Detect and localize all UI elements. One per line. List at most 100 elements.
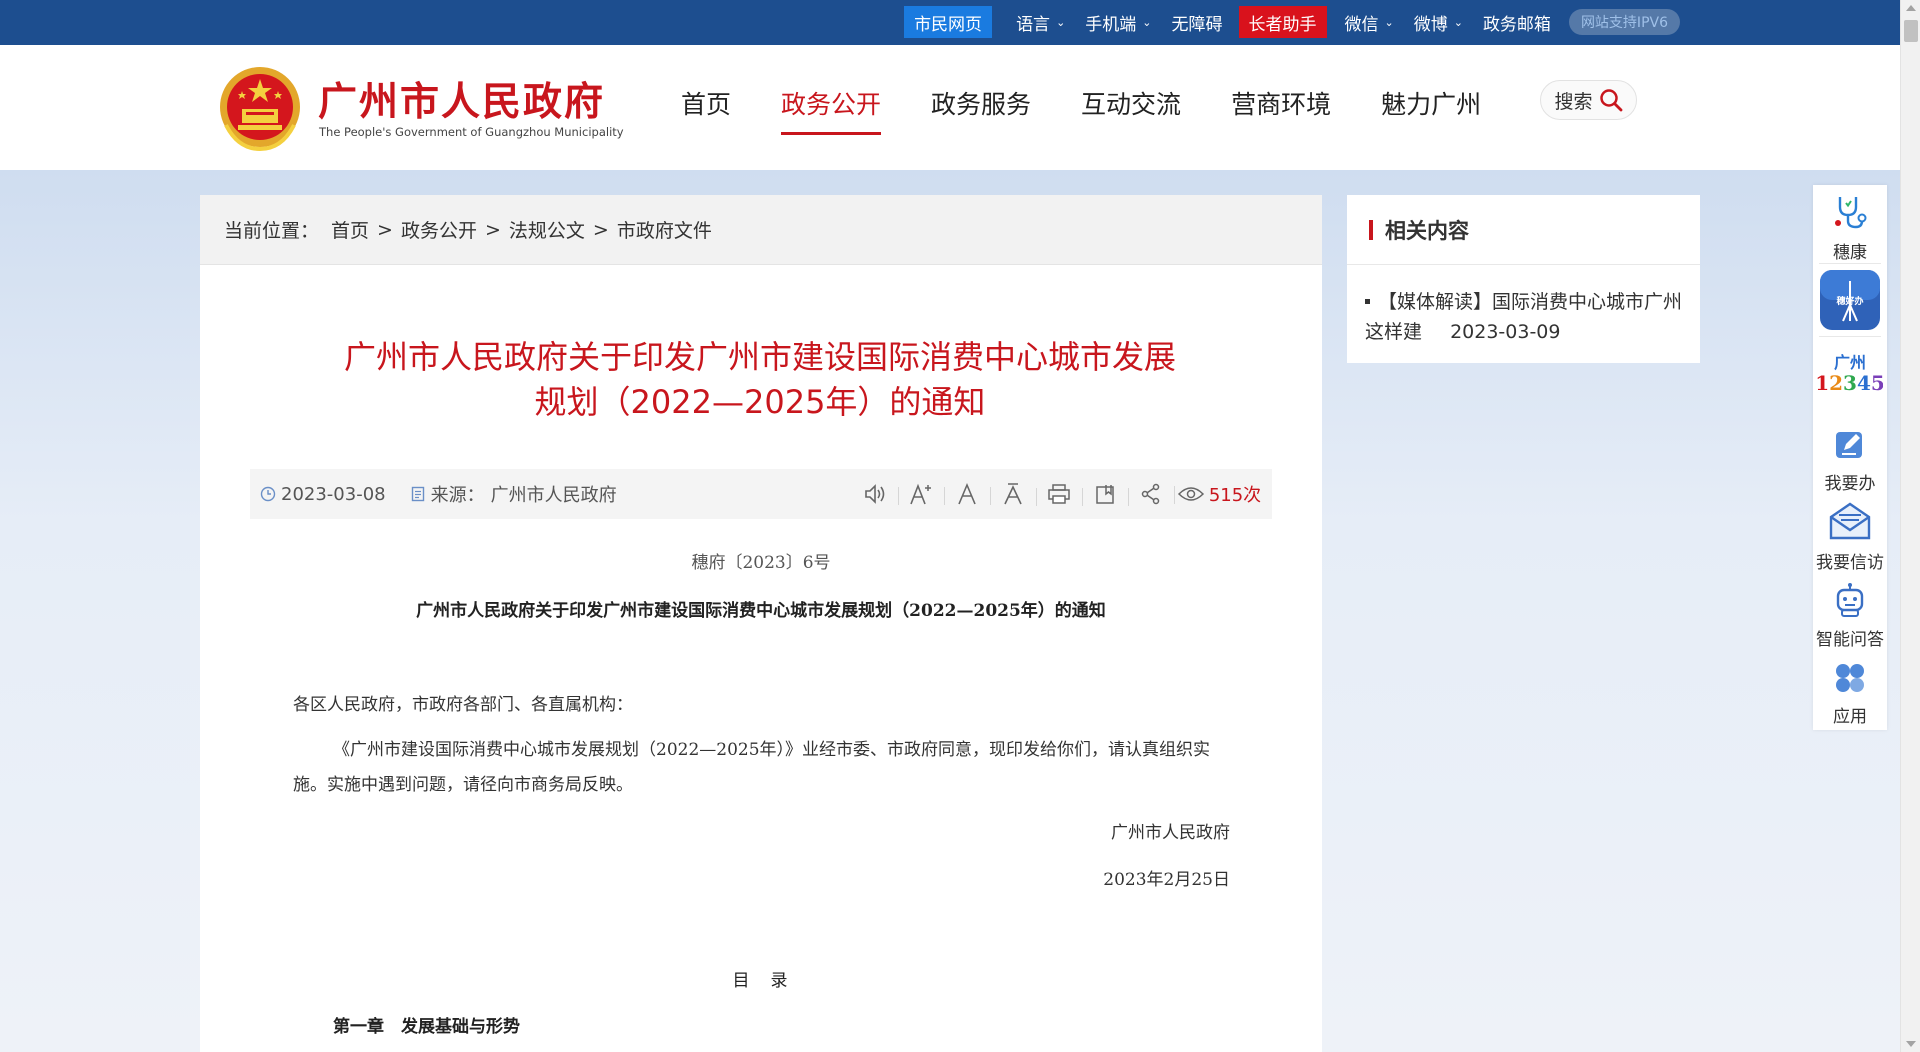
related-content-header: 相关内容: [1347, 195, 1700, 265]
elder-assist-button[interactable]: 长者助手: [1238, 6, 1327, 38]
salutation: 各区人民政府，市政府各部门、各直属机构：: [293, 695, 633, 715]
article-title: 广州市人民政府关于印发广州市建设国际消费中心城市发展 规划（2022—2025年…: [260, 335, 1260, 425]
scroll-up-arrow-icon[interactable]: [1906, 5, 1916, 11]
print-button[interactable]: [1036, 483, 1082, 506]
nav-interaction[interactable]: 互动交流: [1056, 85, 1206, 135]
scroll-thumb[interactable]: [1904, 20, 1918, 42]
related-content-title: 相关内容: [1385, 218, 1469, 243]
view-count: 515次: [1174, 481, 1264, 507]
document-icon: [411, 486, 424, 502]
font-increase-icon: [910, 483, 931, 505]
main-nav: 首页 政务公开 政务服务 互动交流 营商环境 魅力广州: [656, 85, 1506, 135]
site-title[interactable]: 广州市人民政府: [318, 71, 605, 127]
breadcrumb-home[interactable]: 首页: [331, 216, 369, 243]
svg-text:12345: 12345: [1817, 371, 1883, 395]
article-panel: 当前位置： 首页 > 政务公开 > 法规公文 > 市政府文件 广州市人民政府关于…: [200, 195, 1322, 1052]
weibo-dropdown[interactable]: 微博 ⌄: [1404, 6, 1473, 38]
petition-label: 我要信访: [1816, 553, 1884, 573]
citizen-web-link[interactable]: 市民网页: [904, 6, 993, 38]
breadcrumb-gov-affairs[interactable]: 政务公开: [401, 216, 477, 243]
language-dropdown[interactable]: 语言 ⌄: [1006, 6, 1075, 38]
chevron-down-icon: ⌄: [1142, 15, 1152, 29]
scroll-down-arrow-icon[interactable]: [1906, 1041, 1916, 1047]
envelope-icon: [1829, 502, 1871, 540]
gov-mail-link[interactable]: 政务邮箱: [1473, 6, 1561, 38]
bullet-icon: [1365, 299, 1370, 304]
hotline-12345-button[interactable]: 广州 12345: [1813, 350, 1887, 401]
suihaoban-app-icon: 穗好办: [1820, 270, 1880, 330]
smart-qa-button[interactable]: 智能问答: [1813, 582, 1887, 650]
search-button[interactable]: 搜索: [1540, 80, 1637, 120]
language-label: 语言: [1016, 14, 1051, 35]
toc-chapter-1[interactable]: 第一章 发展基础与形势: [333, 1012, 520, 1037]
speaker-icon: [865, 484, 885, 504]
ipv6-badge: 网站支持IPV6: [1568, 9, 1680, 35]
related-item-date: 2023-03-09: [1450, 321, 1561, 343]
chevron-down-icon: ⌄: [1453, 15, 1463, 29]
top-utility-bar: 市民网页 语言 ⌄ 手机端 ⌄ 无障碍 长者助手 微信 ⌄ 微博 ⌄ 政务邮箱 网站支持…: [0, 0, 1900, 45]
gov-mail-label: 政务邮箱: [1482, 14, 1551, 35]
nav-business-environment[interactable]: 营商环境: [1206, 85, 1356, 135]
search-label: 搜索: [1554, 90, 1593, 113]
font-decrease-icon: [1004, 483, 1022, 505]
share-icon: [1141, 483, 1160, 505]
robot-icon: [1836, 583, 1864, 617]
elder-assist-label: 长者助手: [1248, 14, 1317, 35]
search-icon: [1599, 89, 1622, 112]
favorite-button[interactable]: [1082, 483, 1128, 506]
breadcrumb-separator: >: [377, 218, 393, 241]
accessibility-link[interactable]: 无障碍: [1162, 6, 1233, 38]
national-emblem-icon[interactable]: [218, 63, 302, 151]
edit-form-icon: [1836, 432, 1862, 458]
article-title-line1: 广州市人民政府关于印发广州市建设国际消费中心城市发展: [343, 338, 1176, 376]
wechat-label: 微信: [1344, 14, 1379, 35]
svg-text:穗好办: 穗好办: [1836, 295, 1863, 307]
page-scrollbar[interactable]: [1900, 0, 1920, 1052]
nav-gov-services[interactable]: 政务服务: [906, 85, 1056, 135]
top-utility-links: 市民网页 语言 ⌄ 手机端 ⌄ 无障碍 长者助手 微信 ⌄ 微博 ⌄ 政务邮箱 网站支持…: [904, 6, 1680, 38]
related-item[interactable]: 【媒体解读】国际消费中心城市广州这样建 2023-03-09: [1365, 287, 1685, 347]
wechat-dropdown[interactable]: 微信 ⌄: [1335, 6, 1404, 38]
eye-icon: [1177, 487, 1204, 501]
weibo-label: 微博: [1413, 14, 1448, 35]
font-default-icon: [958, 482, 976, 505]
document-number: 穗府〔2023〕6号: [691, 553, 831, 573]
nav-charm-guangzhou[interactable]: 魅力广州: [1356, 85, 1506, 135]
article-meta-bar: 2023-03-08 来源： 广州市人民政府 515次: [250, 469, 1272, 519]
article-title-line2: 规划（2022—2025年）的通知: [534, 383, 986, 421]
divider: [1819, 336, 1881, 337]
sign-date: 2023年2月25日: [1103, 870, 1230, 890]
health-stethoscope-icon: [1835, 197, 1867, 229]
font-default-button[interactable]: [944, 482, 990, 506]
citizen-web-label: 市民网页: [914, 14, 983, 35]
article-meta-info: 2023-03-08 来源： 广州市人民政府: [250, 481, 617, 507]
nav-home[interactable]: 首页: [656, 85, 756, 135]
toc-title: 目 录: [732, 971, 790, 991]
suihaoban-button[interactable]: 穗好办: [1813, 269, 1887, 336]
apply-service-button[interactable]: 我要办: [1813, 428, 1887, 494]
apps-button[interactable]: 应用: [1813, 661, 1887, 727]
site-header: 广州市人民政府 The People's Government of Guang…: [0, 45, 1900, 170]
accessibility-label: 无障碍: [1171, 14, 1223, 35]
suikang-label: 穗康: [1833, 243, 1867, 263]
nav-gov-affairs[interactable]: 政务公开: [756, 85, 906, 135]
apply-service-label: 我要办: [1824, 474, 1876, 494]
document-heading: 广州市人民政府关于印发广州市建设国际消费中心城市发展规划（2022—2025年）…: [416, 601, 1106, 621]
breadcrumb-municipal-documents[interactable]: 市政府文件: [617, 216, 712, 243]
font-decrease-button[interactable]: [990, 482, 1036, 506]
petition-button[interactable]: 我要信访: [1813, 501, 1887, 573]
suikang-button[interactable]: 穗康: [1813, 193, 1887, 263]
chevron-down-icon: ⌄: [1384, 15, 1394, 29]
chevron-down-icon: ⌄: [1056, 15, 1066, 29]
read-aloud-button[interactable]: [852, 483, 898, 505]
breadcrumb-separator: >: [484, 218, 501, 241]
source-label: 来源：: [430, 485, 485, 506]
source-name: 广州市人民政府: [490, 485, 617, 506]
breadcrumb-separator: >: [592, 218, 609, 241]
site-subtitle: The People's Government of Guangzhou Mun…: [319, 125, 624, 139]
related-content-panel: 相关内容 【媒体解读】国际消费中心城市广州这样建 2023-03-09: [1347, 195, 1700, 363]
share-button[interactable]: [1128, 483, 1174, 506]
font-increase-button[interactable]: [898, 482, 944, 506]
breadcrumb-regulations[interactable]: 法规公文: [509, 216, 585, 243]
mobile-dropdown[interactable]: 手机端 ⌄: [1075, 6, 1161, 38]
